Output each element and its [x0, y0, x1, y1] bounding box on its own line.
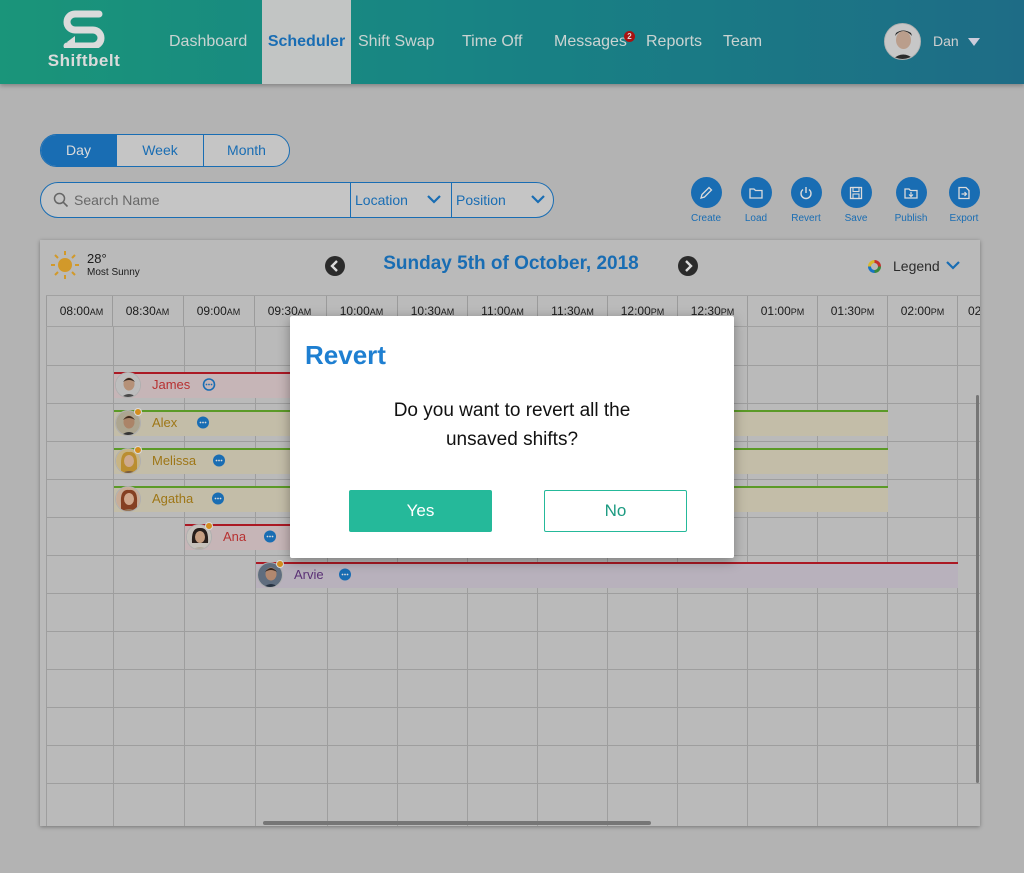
- dialog-title: Revert: [305, 340, 386, 370]
- yes-button[interactable]: Yes: [349, 490, 492, 532]
- no-button[interactable]: No: [544, 490, 687, 532]
- dialog-message: Do you want to revert all the unsaved sh…: [393, 400, 631, 450]
- revert-confirm-dialog: Revert Do you want to revert all the uns…: [290, 316, 734, 558]
